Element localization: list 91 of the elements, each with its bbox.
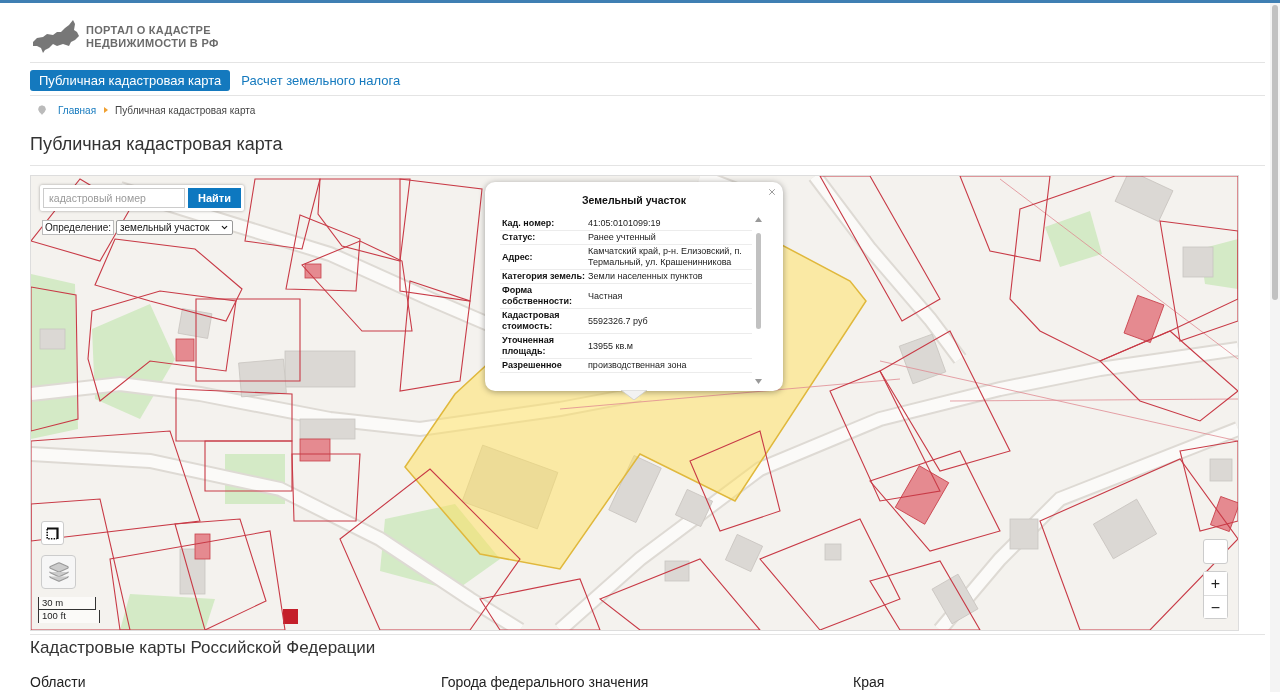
field-value: 41:05:0101099:19	[588, 218, 662, 229]
marked-building	[283, 609, 298, 624]
field-label: Статус:	[502, 232, 537, 243]
parcel-outline[interactable]	[759, 518, 901, 630]
nav-tab[interactable]: Публичная кадастровая карта	[30, 70, 231, 91]
parcel-outline[interactable]	[301, 240, 413, 332]
parcel-outline[interactable]	[204, 440, 293, 492]
close-icon	[767, 187, 777, 197]
field-label: Кад. номер:	[502, 218, 556, 229]
mode-label: Определение:	[42, 220, 114, 235]
parcel-outline[interactable]	[175, 388, 293, 442]
object-type-select[interactable]: земельный участок	[116, 220, 233, 235]
parcel-outline[interactable]	[94, 238, 243, 322]
field-label: Уточненная площадь:	[502, 335, 555, 357]
marked-building	[194, 533, 211, 560]
building	[1009, 518, 1039, 550]
field-value: Камчатский край, р-н. Елизовский, п. Термальный, ул. Крашенинникова	[588, 246, 743, 268]
page-title: Публичная кадастровая карта	[30, 133, 283, 156]
chevron-down-icon	[220, 223, 229, 232]
parcel-outline[interactable]	[174, 518, 267, 630]
nav-tab[interactable]: Расчет земельного налога	[232, 70, 410, 91]
building	[39, 328, 66, 350]
parcel-outline[interactable]	[285, 214, 361, 292]
parcel-outline[interactable]	[339, 468, 521, 630]
close-button[interactable]	[767, 187, 777, 197]
parcel-outline[interactable]	[1179, 440, 1238, 532]
field-label: Разрешенное	[502, 360, 563, 371]
square-select-icon	[46, 526, 59, 540]
building	[1209, 458, 1233, 482]
parcel-outline[interactable]	[31, 498, 131, 630]
site-title: ПОРТАЛ О КАДАСТРЕ НЕДВИЖИМОСТИ В РФ	[86, 23, 219, 50]
area-select-button[interactable]	[41, 521, 64, 545]
field-label: Категория земель:	[502, 271, 587, 282]
parcel-outline[interactable]	[399, 178, 483, 302]
parcel-outline[interactable]	[87, 290, 237, 402]
parcel-outline[interactable]	[869, 450, 1001, 552]
field-label: Форма собственности:	[502, 285, 573, 307]
popup-title: Земельный участок	[582, 194, 686, 207]
breadcrumb-current: Публичная кадастровая карта	[115, 104, 256, 116]
column-heading: Области	[30, 673, 86, 692]
field-value: Земли населенных пунктов	[588, 271, 704, 282]
zoom-out-button[interactable]: −	[1204, 595, 1227, 618]
caret-right-icon	[104, 107, 109, 113]
building	[824, 543, 842, 561]
search-button[interactable]: Найти	[188, 188, 241, 208]
field-label: Кадастровая стоимость:	[502, 310, 561, 332]
field-value: Частная	[588, 290, 624, 302]
parcel-outline[interactable]	[1099, 330, 1238, 422]
parcel-outline[interactable]	[869, 560, 981, 630]
field-label: Адрес:	[502, 251, 534, 263]
building	[664, 560, 690, 582]
column-heading: Города федерального значения	[441, 673, 649, 692]
parcel-outline[interactable]	[317, 178, 411, 262]
parcel-outline[interactable]	[109, 530, 286, 630]
parcel-outline[interactable]	[195, 298, 301, 382]
field-value: Ранее учтенный	[588, 232, 657, 243]
layers-icon	[47, 561, 70, 583]
scale-label: 100 ft	[42, 610, 66, 621]
parcel-outline[interactable]	[1159, 220, 1238, 342]
building	[177, 308, 213, 339]
section-title: Кадастровые карты Российской Федерации	[30, 637, 376, 659]
building	[1182, 246, 1214, 278]
location-pin-icon	[37, 105, 47, 115]
parcel-outline[interactable]	[829, 370, 941, 502]
field-value: 13955 кв.м	[588, 340, 634, 352]
building	[299, 418, 356, 440]
marked-building	[175, 338, 195, 362]
park-area	[1045, 211, 1102, 267]
parcel-outline[interactable]	[1039, 458, 1238, 630]
parcel-outline[interactable]	[291, 453, 361, 522]
marked-building	[1210, 496, 1238, 532]
cadastral-number-field[interactable]: кадастровый номер	[43, 188, 185, 208]
parcel-outline[interactable]	[879, 330, 1011, 472]
building	[675, 489, 713, 527]
column-heading: Края	[853, 673, 885, 692]
field-value: 5592326.7 руб	[588, 315, 649, 327]
marked-building	[304, 263, 322, 279]
parcel-outline[interactable]	[399, 280, 471, 392]
breadcrumb-link[interactable]: Главная	[58, 104, 97, 116]
parcel-outline[interactable]	[598, 558, 762, 630]
parcel-outline[interactable]	[244, 178, 321, 250]
popup-pointer-icon	[621, 390, 647, 400]
parcel-outline[interactable]	[479, 578, 601, 630]
country-map-logo	[33, 20, 79, 53]
scale-label: 30 m	[42, 597, 64, 608]
field-value: производственная зона	[588, 360, 688, 371]
parcel-outline[interactable]	[819, 176, 941, 322]
parcel-outline[interactable]	[959, 176, 1051, 262]
layers-button[interactable]	[41, 555, 76, 589]
parcel-outline[interactable]	[689, 430, 781, 532]
marked-building	[299, 438, 331, 462]
